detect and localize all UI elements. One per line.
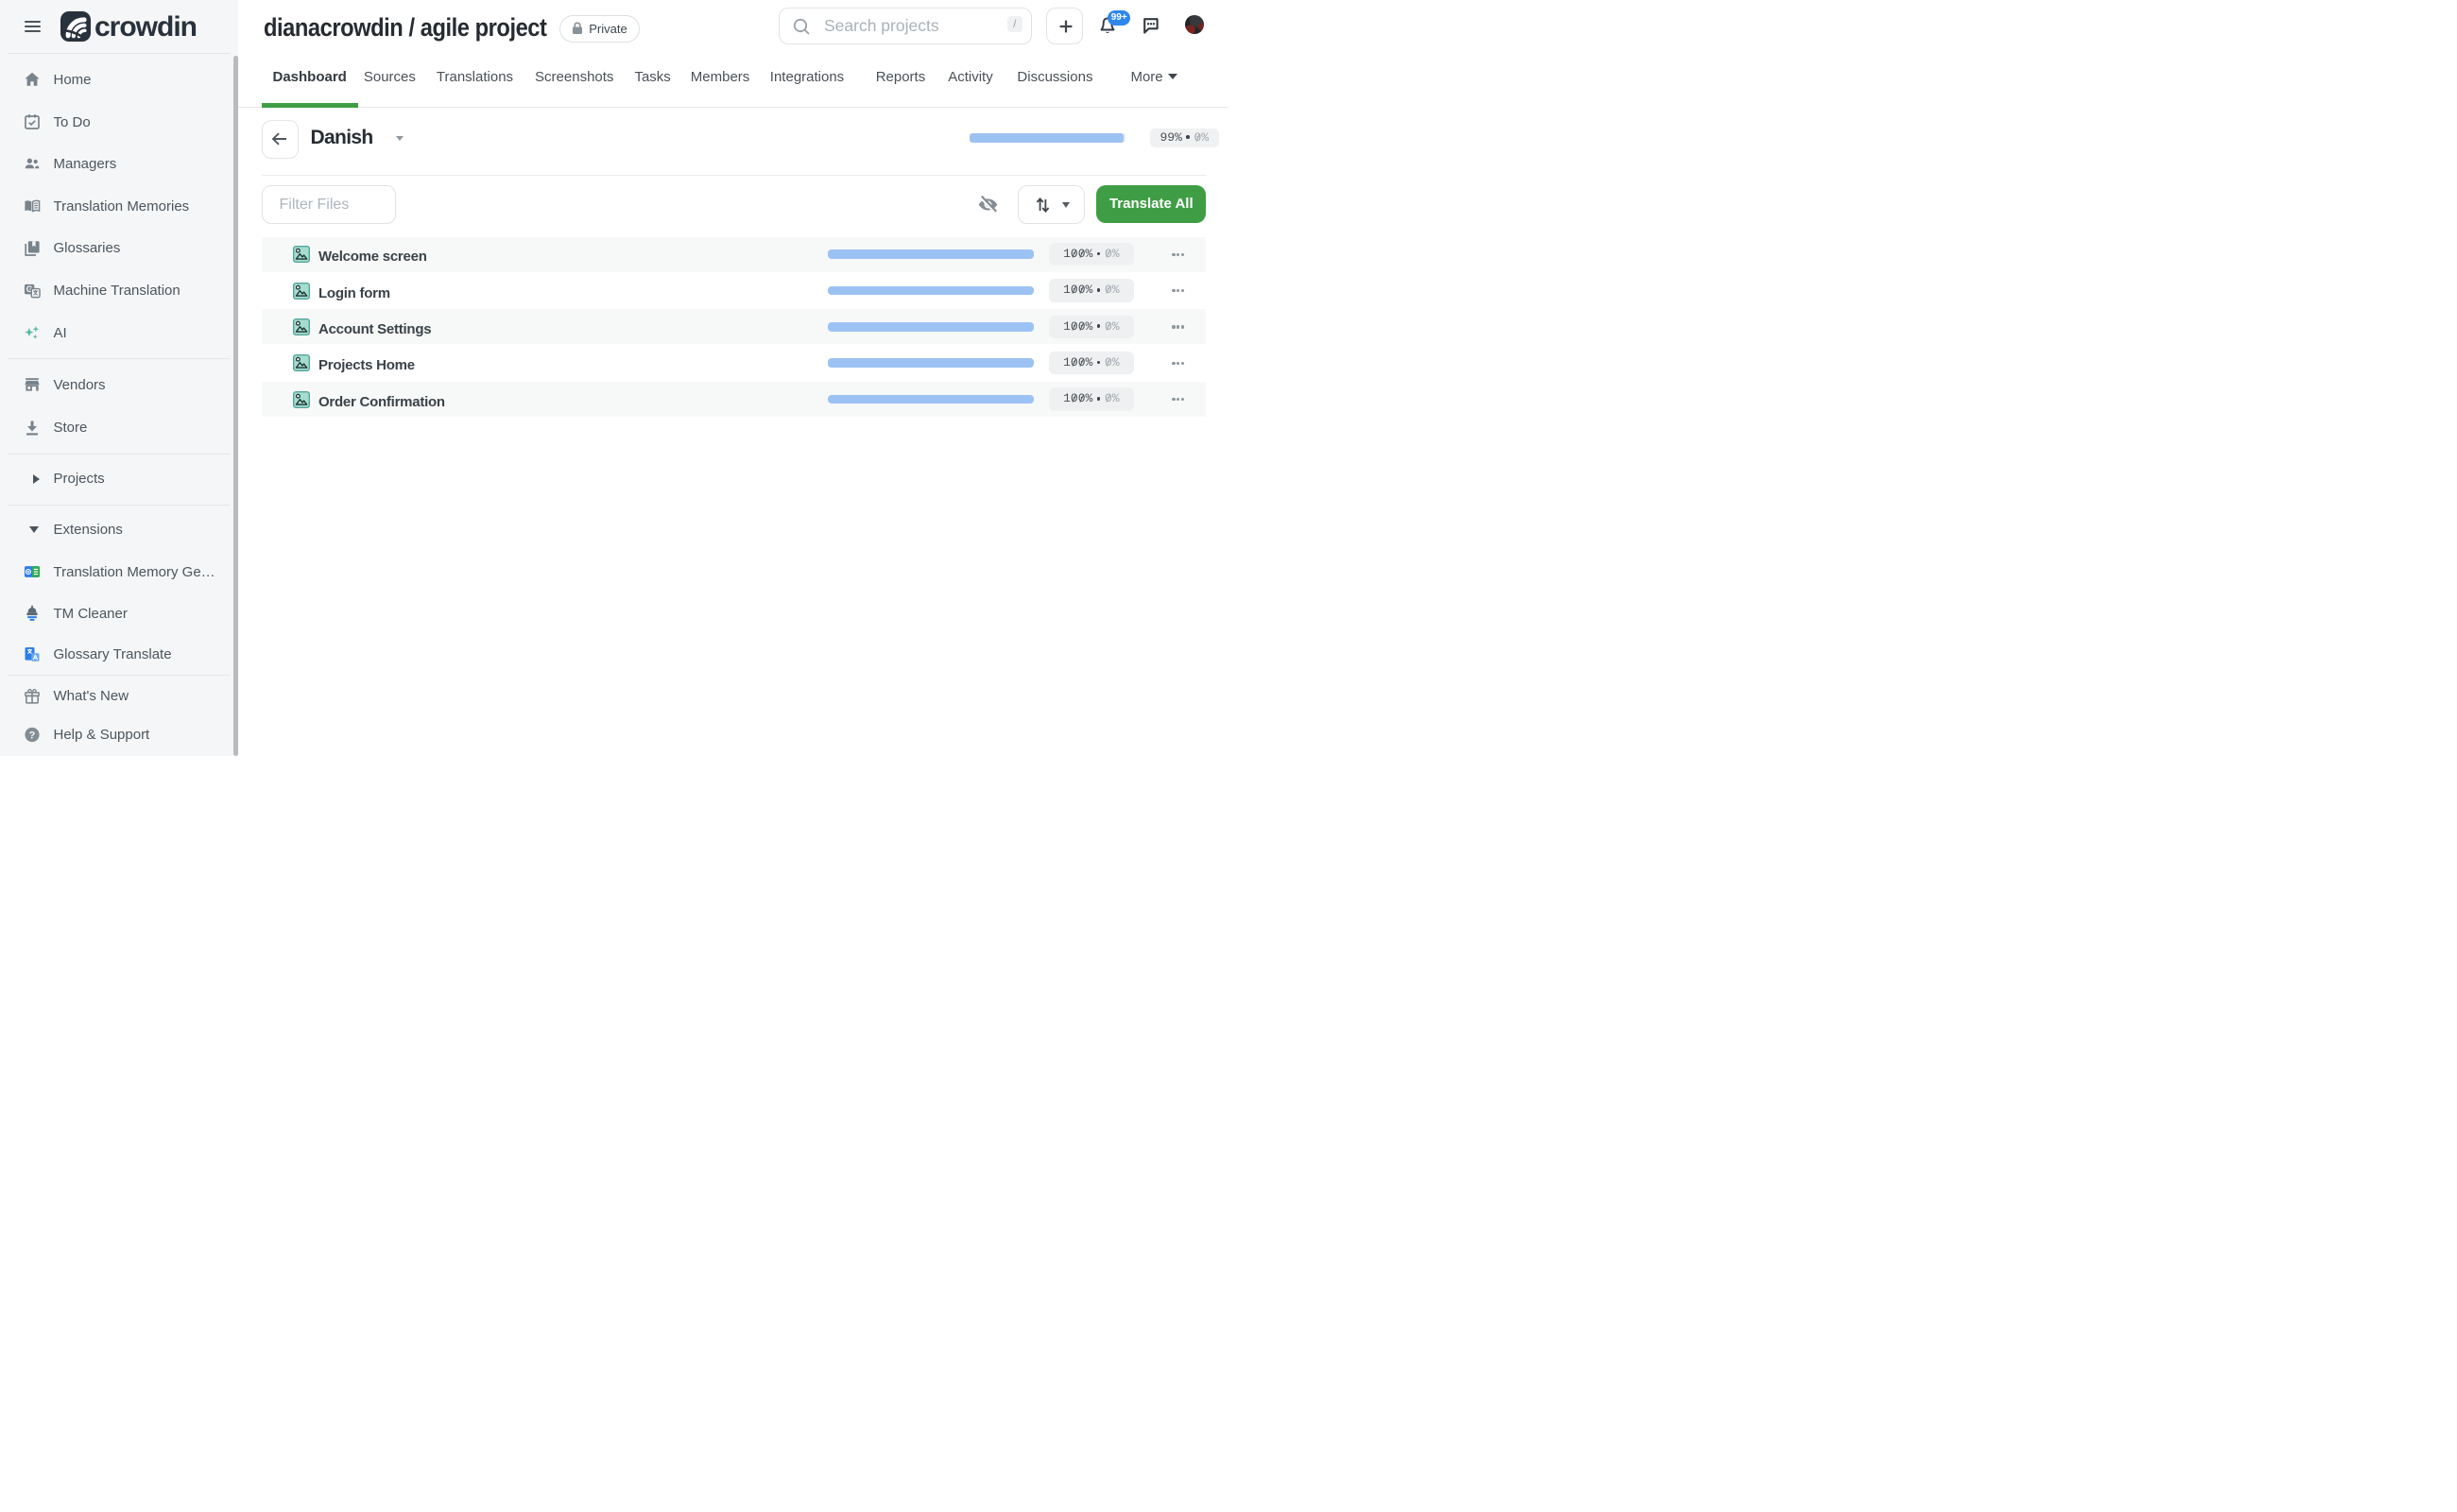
- svg-text:?: ?: [29, 730, 36, 742]
